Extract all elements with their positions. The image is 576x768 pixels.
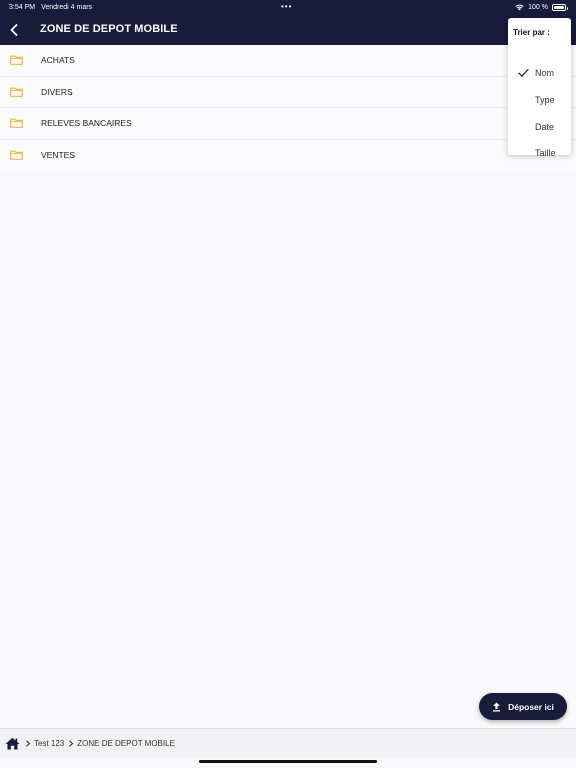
battery-icon: [552, 3, 568, 11]
folder-name: DIVERS: [41, 86, 73, 97]
battery-percent: 100 %: [528, 3, 548, 11]
folder-row[interactable]: DIVERS: [0, 76, 576, 108]
sort-option-date[interactable]: Date: [508, 118, 571, 138]
status-right: 100 %: [515, 0, 568, 14]
sort-option-label: Date: [535, 122, 555, 132]
sort-option-type[interactable]: Type: [508, 91, 571, 111]
folder-icon: [10, 87, 23, 97]
status-bar: 3:54 PM Vendredi 4 mars ••• 100 %: [0, 0, 576, 14]
sort-menu-title: Trier par :: [513, 28, 550, 37]
multitasking-dots-icon[interactable]: •••: [281, 3, 292, 11]
chevron-left-icon: [10, 24, 18, 36]
breadcrumb-item-current: ZONE DE DEPOT MOBILE: [77, 738, 175, 748]
folder-list: ACHATS DIVERS RELEVES BANCAIRES VENTES: [0, 45, 576, 171]
home-indicator[interactable]: [199, 760, 377, 763]
folder-name: RELEVES BANCAIRES: [41, 118, 132, 129]
upload-button-label: Déposer ici: [508, 701, 554, 712]
chevron-right-icon: [26, 739, 31, 747]
folder-row[interactable]: ACHATS: [0, 45, 576, 77]
folder-name: VENTES: [41, 150, 76, 161]
nav-bar: ZONE DE DEPOT MOBILE: [0, 14, 576, 45]
sort-option-label: Nom: [535, 68, 555, 78]
sort-option-label: Type: [535, 95, 555, 105]
folder-icon: [10, 118, 23, 129]
wifi-icon: [515, 4, 524, 10]
upload-button[interactable]: Déposer ici: [479, 693, 567, 720]
breadcrumb-item[interactable]: Test 123: [34, 739, 64, 748]
breadcrumb: Test 123 ZONE DE DEPOT MOBILE: [0, 728, 576, 757]
back-button[interactable]: [4, 18, 24, 42]
sort-menu: Trier par : Nom Type Date Taille: [508, 18, 571, 158]
folder-icon: [10, 55, 23, 66]
folder-row[interactable]: RELEVES BANCAIRES: [0, 108, 576, 140]
status-date: Vendredi 4 mars: [41, 3, 93, 11]
folder-row[interactable]: VENTES: [0, 139, 576, 171]
sort-option-nom[interactable]: Nom: [508, 64, 571, 84]
folder-icon: [10, 150, 23, 161]
checkmark-icon: [518, 68, 529, 77]
upload-icon: [493, 702, 501, 711]
status-time: 3:54 PM: [9, 3, 36, 11]
sort-option-label: Taille: [535, 148, 556, 158]
sort-option-taille[interactable]: Taille: [508, 144, 571, 164]
folder-name: ACHATS: [41, 55, 75, 66]
chevron-right-icon: [69, 739, 74, 747]
home-icon[interactable]: [5, 737, 20, 750]
page-title: ZONE DE DEPOT MOBILE: [40, 23, 178, 35]
